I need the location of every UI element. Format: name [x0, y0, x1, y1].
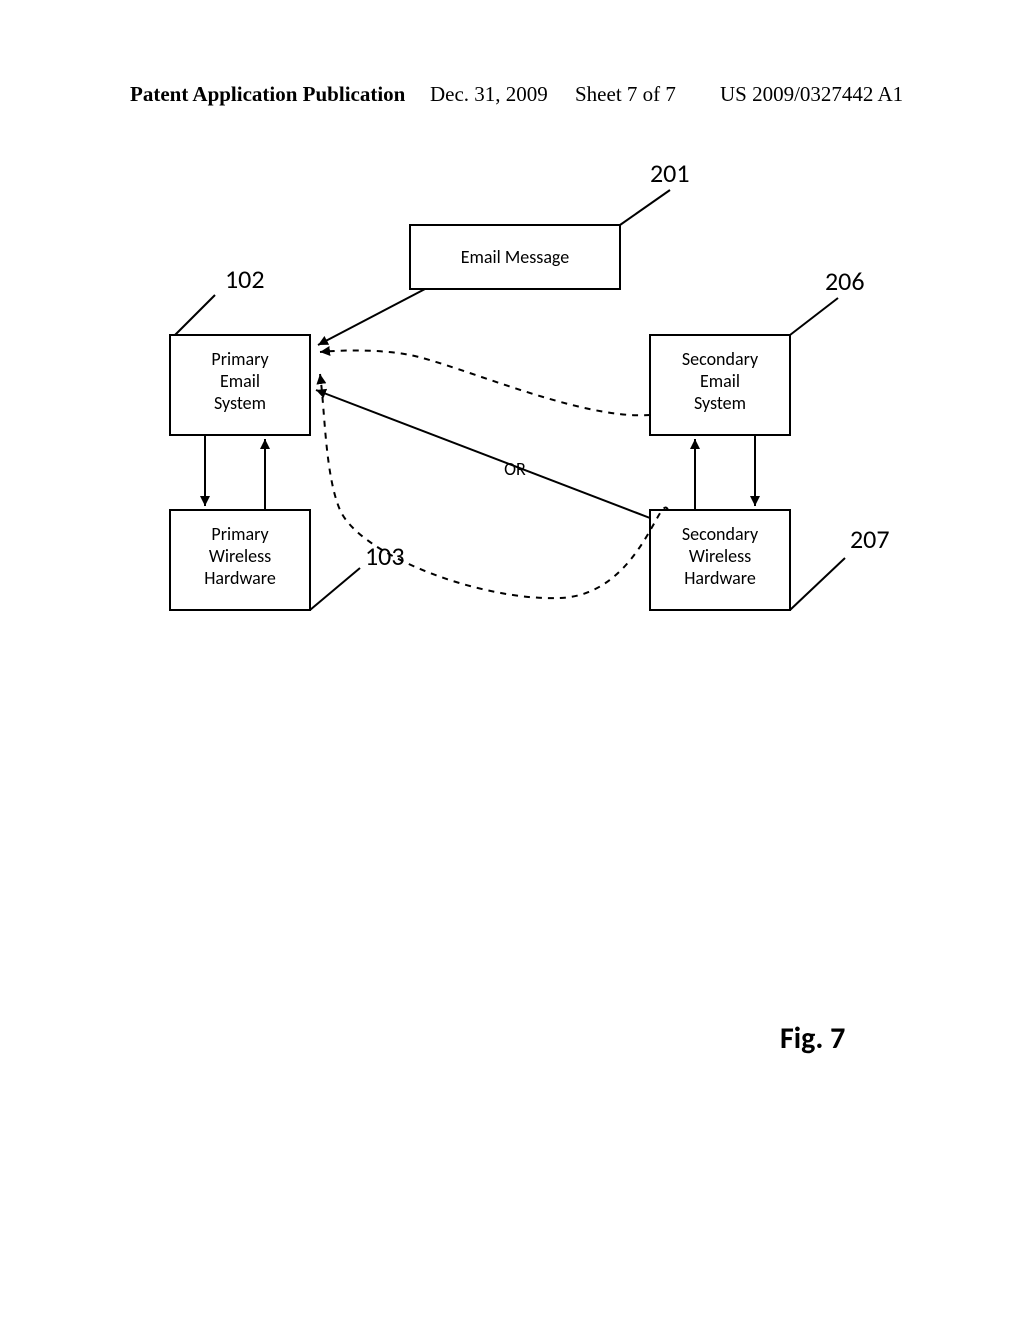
refline-207 [790, 558, 845, 610]
refline-102 [175, 295, 215, 335]
ref-102: 102 [225, 263, 265, 295]
label-secondary-hw-l2: Wireless [689, 545, 751, 567]
diagram-svg: Email Message Primary Email System Secon… [0, 0, 1024, 1320]
ref-103: 103 [365, 540, 405, 572]
label-primary-hw-l2: Wireless [209, 545, 271, 567]
arrow-msg-to-primary-email [318, 289, 425, 345]
ref-201: 201 [650, 157, 690, 189]
label-secondary-hw-l1: Secondary [682, 523, 759, 545]
label-email-message: Email Message [461, 246, 569, 268]
label-primary-hw-l1: Primary [211, 523, 269, 545]
ref-206: 206 [825, 265, 865, 297]
label-primary-email-l1: Primary [211, 348, 269, 370]
label-secondary-email-l3: System [694, 392, 746, 414]
label-primary-email-l3: System [214, 392, 266, 414]
ref-207: 207 [850, 523, 890, 555]
label-secondary-email-l1: Secondary [682, 348, 759, 370]
refline-201 [620, 190, 670, 225]
label-secondary-hw-l3: Hardware [684, 567, 756, 589]
label-secondary-email-l2: Email [700, 370, 740, 392]
arrow-secondary-hw-to-primary-email [316, 390, 650, 518]
refline-206 [790, 298, 838, 335]
refline-103 [310, 568, 360, 610]
label-primary-hw-l3: Hardware [204, 567, 276, 589]
figure-label: Fig. 7 [780, 1020, 845, 1057]
dashed-secondary-email-to-primary [320, 350, 650, 415]
label-primary-email-l2: Email [220, 370, 260, 392]
